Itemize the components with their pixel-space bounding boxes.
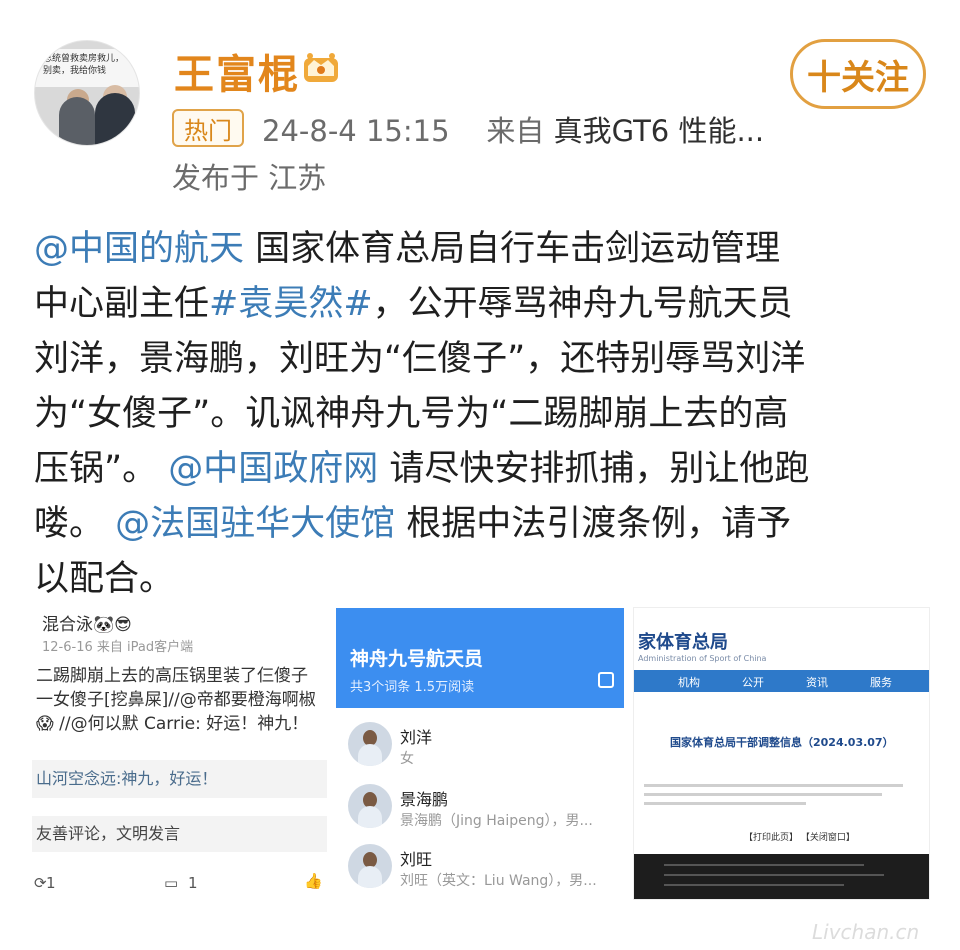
post-line: 喽。 @法国驻华大使馆 根据中法引渡条例，请予 (34, 497, 930, 552)
baike-item-desc: 刘旺（英文：Liu Wang），男... (400, 873, 597, 889)
like-icon: 👍 (304, 872, 323, 890)
screenshot-text-line: 二踢脚崩上去的高压锅里装了仨傻子 (36, 666, 308, 686)
source-device[interactable]: 真我GT6 性能... (554, 114, 764, 148)
site-title: 家体育总局 (638, 632, 728, 653)
post-line: 中心副主任#袁昊然#，公开辱骂神舟九号航天员 (34, 277, 930, 332)
embedded-screenshot-sport-gov: 家体育总局 Administration of Sport of China 机… (633, 607, 930, 900)
baike-item: 刘洋 女 (336, 714, 624, 774)
baike-item: 刘旺 刘旺（英文：Liu Wang），男... (336, 836, 624, 896)
baike-item-desc: 女 (400, 751, 414, 767)
embedded-screenshot-weibo: 混合泳🐼😎 12-6-16 来自 iPad客户端 二踢脚崩上去的高压锅里装了仨傻… (32, 604, 327, 898)
post-text: 中心副主任 (34, 284, 210, 324)
location: 发布于 江苏 (172, 161, 327, 195)
post-text: 以配合。 (34, 559, 175, 599)
site-nav: 机构 公开 资讯 服务 (634, 670, 929, 692)
post-text: 为“女傻子”。讥讽神舟九号为“二踢脚崩上去的高 (34, 394, 789, 434)
site-nav-item: 机构 (678, 676, 700, 689)
hashtag-link[interactable]: #袁昊然# (209, 284, 373, 324)
mention-link[interactable]: @中国政府网 (168, 449, 378, 489)
astronaut-avatar (348, 722, 392, 766)
post-text: ，公开辱骂神舟九号航天员 (372, 284, 793, 324)
post-text: 请尽快安排抓捕，别让他跑 (378, 449, 810, 489)
embedded-screenshot-baike: 神舟九号航天员 共3个词条 1.5万阅读 刘洋 女 景海鹏 景海鹏（Jing H… (336, 608, 624, 900)
baike-title: 神舟九号航天员 (350, 648, 484, 670)
baike-item-name: 刘旺 (400, 850, 433, 869)
astronaut-avatar (348, 844, 392, 888)
baike-item-name: 景海鹏 (400, 790, 449, 809)
crown-icon (304, 53, 338, 82)
avatar-figure (95, 93, 135, 145)
follow-button[interactable]: 十关注 (790, 39, 926, 109)
post-line: 以配合。 (34, 552, 930, 607)
article-heading: 国家体育总局干部调整信息（2024.03.07） (670, 736, 894, 749)
avatar-figure (59, 97, 95, 145)
screenshot-reply-hint: 友善评论，文明发言 (32, 816, 327, 852)
baike-header: 神舟九号航天员 共3个词条 1.5万阅读 (336, 608, 624, 708)
astronaut-avatar (348, 784, 392, 828)
screenshot-action-bar: ⟳ 1 ▭ 1 👍 (32, 872, 327, 894)
comment-count: 1 (188, 874, 198, 892)
post-line: 刘洋，景海鹏，刘旺为“仨傻子”，还特别辱骂刘洋 (34, 332, 930, 387)
baike-item-desc: 景海鹏（Jing Haipeng），男... (400, 813, 593, 829)
baike-item: 景海鹏 景海鹏（Jing Haipeng），男... (336, 776, 624, 836)
site-footer (634, 854, 929, 899)
post-text: 国家体育总局自行车击剑运动管理 (244, 229, 781, 269)
screenshot-text-line: 一女傻子[挖鼻屎]//@帝都要橙海啊椒 (36, 690, 316, 710)
post-text: 喽。 (34, 504, 116, 544)
mention-link[interactable]: @中国的航天 (34, 229, 244, 269)
timestamp: 24-8-4 15:15 (262, 114, 450, 148)
watermark: Livchan.cn (812, 920, 920, 944)
article-links: 【打印此页】 【关闭窗口】 (744, 833, 855, 843)
site-nav-item: 服务 (870, 676, 892, 689)
site-nav-item: 公开 (742, 676, 764, 689)
post-text: 压锅”。 (34, 449, 169, 489)
share-icon (598, 672, 614, 688)
username[interactable]: 王富棍 (174, 42, 300, 100)
screenshot-comment: 山河空念远:神九，好运！ (32, 760, 327, 798)
site-subtitle: Administration of Sport of China (638, 654, 767, 663)
avatar[interactable]: 总统曾救卖房救儿，别卖，我给你钱 (34, 40, 140, 146)
screenshot-text: 二踢脚崩上去的高压锅里装了仨傻子 一女傻子[挖鼻屎]//@帝都要橙海啊椒 😱 /… (36, 664, 316, 736)
site-nav-item: 资讯 (806, 676, 828, 689)
hot-badge: 热门 (172, 109, 244, 147)
avatar-caption: 总统曾救卖房救儿，别卖，我给你钱 (35, 49, 139, 87)
repost-count: 1 (46, 874, 56, 892)
screenshot-text-line: 😱 //@何以默 Carrie: 好运！神九！ (36, 714, 309, 734)
post-line: 为“女傻子”。讥讽神舟九号为“二踢脚崩上去的高 (34, 387, 930, 442)
post-text: 根据中法引渡条例，请予 (395, 504, 792, 544)
baike-subtitle: 共3个词条 1.5万阅读 (350, 680, 475, 695)
article-body-blur (644, 784, 914, 811)
repost-icon: ⟳ (34, 874, 47, 892)
post-body: @中国的航天 国家体育总局自行车击剑运动管理 中心副主任#袁昊然#，公开辱骂神舟九… (34, 222, 930, 607)
screenshot-date: 12-6-16 来自 iPad客户端 (42, 640, 194, 655)
source-prefix: 来自 (486, 114, 545, 148)
post-meta: 24-8-4 15:15 来自 真我GT6 性能... (262, 108, 764, 150)
mention-link[interactable]: @法国驻华大使馆 (115, 504, 395, 544)
post-line: 压锅”。 @中国政府网 请尽快安排抓捕，别让他跑 (34, 442, 930, 497)
post-text: 刘洋，景海鹏，刘旺为“仨傻子”，还特别辱骂刘洋 (34, 339, 806, 379)
post-line: @中国的航天 国家体育总局自行车击剑运动管理 (34, 222, 930, 277)
screenshot-username: 混合泳🐼😎 (42, 615, 132, 635)
baike-item-name: 刘洋 (400, 728, 433, 747)
comment-icon: ▭ (164, 874, 179, 892)
